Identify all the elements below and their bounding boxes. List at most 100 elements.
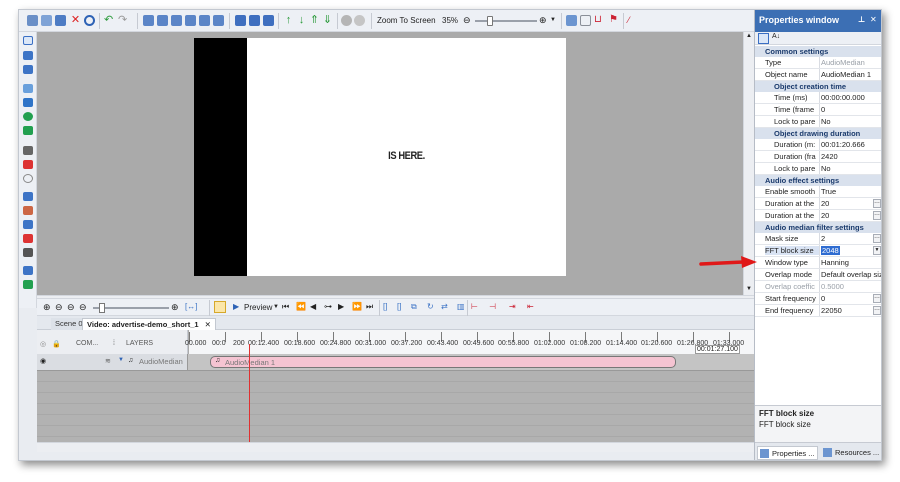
property-value[interactable]: 00:01:20.666 <box>819 139 873 150</box>
audio-tool-icon[interactable] <box>23 234 33 243</box>
magnet-icon[interactable]: ⊔ <box>594 15 605 26</box>
preview-play-icon[interactable]: ▶ <box>233 302 239 311</box>
property-row-duration-start[interactable]: Duration at the 20… <box>755 198 881 210</box>
section-audio-median-filter[interactable]: Audio median filter settings <box>755 222 881 233</box>
pin-icon[interactable]: ⊥ <box>858 15 865 24</box>
move-top-icon[interactable]: ⇑ <box>309 15 320 26</box>
fft-block-size-select[interactable]: 2048 <box>819 245 873 256</box>
track-expand-icon[interactable]: ▼ <box>118 357 124 363</box>
section-audio-effect-settings[interactable]: Audio effect settings <box>755 175 881 186</box>
ellipsis-button[interactable]: … <box>873 234 881 243</box>
move-up-icon[interactable]: ↑ <box>283 15 294 26</box>
property-value[interactable]: AudioMedian 1 <box>819 69 873 80</box>
preview-dropdown-icon[interactable]: ▼ <box>273 304 279 310</box>
zoom-to-screen-button[interactable]: Zoom To Screen <box>377 16 436 25</box>
prev-frame-icon[interactable]: ⏪ <box>296 302 306 311</box>
fft-block-size-value[interactable]: 2048 <box>821 246 840 255</box>
section-object-drawing-duration[interactable]: Object drawing duration <box>755 128 881 139</box>
marker-icon[interactable]: ▥ <box>457 302 465 311</box>
next-frame-icon[interactable]: ⏩ <box>352 302 362 311</box>
section-object-creation-time[interactable]: Object creation time <box>755 81 881 92</box>
zoom-out-icon[interactable]: ⊖ <box>463 15 471 26</box>
freeform-tool-icon[interactable] <box>23 126 33 135</box>
align-top-icon[interactable] <box>185 15 196 26</box>
ellipsis-button[interactable]: … <box>873 306 881 315</box>
property-row-end-frequency[interactable]: End frequency 22050… <box>755 305 881 317</box>
property-row-mask-size[interactable]: Mask size 2… <box>755 233 881 245</box>
timeline-zoom-thumb[interactable] <box>99 303 105 313</box>
zoom-slider[interactable] <box>475 16 537 26</box>
ungroup-icon[interactable] <box>354 15 365 26</box>
align-bottom-icon[interactable] <box>213 15 224 26</box>
timeline-ruler[interactable]: 00.000 00:0 200 00:12.400 00:18.600 00:2… <box>185 330 754 354</box>
property-row-overlap-coefficient[interactable]: Overlap coeffic 0.5000 <box>755 281 881 293</box>
dropdown-arrow-icon[interactable]: ▼ <box>873 246 881 255</box>
lock-icon[interactable]: 🔒 <box>52 340 61 348</box>
text-tool-icon[interactable] <box>23 51 33 60</box>
snapshot-button[interactable] <box>214 301 226 313</box>
tab-close-icon[interactable]: ✕ <box>205 320 211 329</box>
property-value[interactable]: 00:00:00.000 <box>819 92 873 103</box>
categorized-icon[interactable] <box>758 33 769 44</box>
timeline-zoom-in-icon[interactable]: ⊕ <box>43 302 51 313</box>
scroll-up-icon[interactable]: ▲ <box>746 33 752 39</box>
align-left-icon[interactable] <box>143 15 154 26</box>
playhead[interactable] <box>249 344 250 442</box>
rectangle-tool-icon[interactable] <box>23 98 33 107</box>
track-visibility-icon[interactable]: ◉ <box>40 357 46 365</box>
video-tool-icon[interactable] <box>23 65 33 74</box>
speech-bubble-icon[interactable] <box>23 174 33 183</box>
align-center-icon[interactable] <box>157 15 168 26</box>
extend-icon[interactable]: ⇤ <box>527 302 534 311</box>
grid-icon[interactable] <box>566 15 577 26</box>
property-value[interactable]: Hanning <box>819 257 873 268</box>
undo-icon[interactable]: ↶ <box>104 15 115 26</box>
align-right-icon[interactable] <box>171 15 182 26</box>
fit-height-icon[interactable] <box>249 15 260 26</box>
position-icon[interactable]: ⊶ <box>324 302 332 311</box>
timeline-grid[interactable] <box>37 371 754 442</box>
align-clip-end-icon[interactable]: ⊣ <box>489 302 496 311</box>
flag-icon[interactable]: ⚑ <box>609 15 620 26</box>
link-icon[interactable]: ⇄ <box>441 302 448 311</box>
go-start-icon[interactable]: ⏮ <box>282 302 289 312</box>
timeline-zoom-slider[interactable] <box>93 303 169 313</box>
section-common-settings[interactable]: Common settings <box>755 46 881 57</box>
property-value[interactable]: 20 <box>819 198 873 209</box>
property-value[interactable]: True <box>819 186 873 197</box>
cut-to-cursor-icon[interactable]: ⇥ <box>509 302 516 311</box>
sort-az-icon[interactable]: A↓ <box>772 33 780 40</box>
line-tool-icon[interactable] <box>23 84 33 93</box>
property-row-start-frequency[interactable]: Start frequency 0… <box>755 293 881 305</box>
scene-canvas[interactable]: IS HERE. <box>37 32 743 295</box>
cut-icon[interactable] <box>27 15 38 26</box>
move-tool-icon[interactable] <box>23 280 33 289</box>
move-bottom-icon[interactable]: ⇓ <box>322 15 333 26</box>
property-row-overlap-mode[interactable]: Overlap mode Default overlap siz <box>755 269 881 281</box>
property-row-type[interactable]: Type AudioMedian <box>755 57 881 69</box>
animated-text-tool-icon[interactable] <box>23 146 33 155</box>
zoom-in-icon[interactable]: ⊕ <box>539 15 547 26</box>
timeline-zoom-plus-icon[interactable]: ⊕ <box>171 302 179 313</box>
align-middle-icon[interactable] <box>199 15 210 26</box>
tab-video[interactable]: Video: advertise-demo_short_1 ✕ <box>82 318 216 330</box>
select-tool-icon[interactable] <box>23 36 33 45</box>
tab-resources[interactable]: Resources ... <box>821 446 881 460</box>
timeline-zoom-fit-icon[interactable]: ⊖ <box>67 302 75 313</box>
fit-both-icon[interactable] <box>263 15 274 26</box>
scroll-down-icon[interactable]: ▼ <box>746 286 752 292</box>
property-row-enable-smooth[interactable]: Enable smooth True <box>755 186 881 198</box>
close-icon[interactable]: ✕ <box>870 15 877 24</box>
subtitles-tool-icon[interactable] <box>23 160 33 169</box>
step-forward-icon[interactable]: ▶ <box>338 302 344 311</box>
wizard-icon[interactable]: ⁄ <box>628 15 639 26</box>
property-row-lock-to-parent-duration[interactable]: Lock to pare No <box>755 163 881 175</box>
property-value[interactable]: 22050 <box>819 305 873 316</box>
loop-icon[interactable]: ↻ <box>427 302 434 311</box>
timeline-zoom-out-icon[interactable]: ⊖ <box>55 302 63 313</box>
timeline-range-icon[interactable]: [↔] <box>185 302 197 311</box>
image-tool-icon[interactable] <box>23 220 33 229</box>
property-row-duration-frames[interactable]: Duration (fra 2420 <box>755 151 881 163</box>
property-value[interactable]: No <box>819 163 873 174</box>
effects-tool-icon[interactable] <box>23 266 33 275</box>
